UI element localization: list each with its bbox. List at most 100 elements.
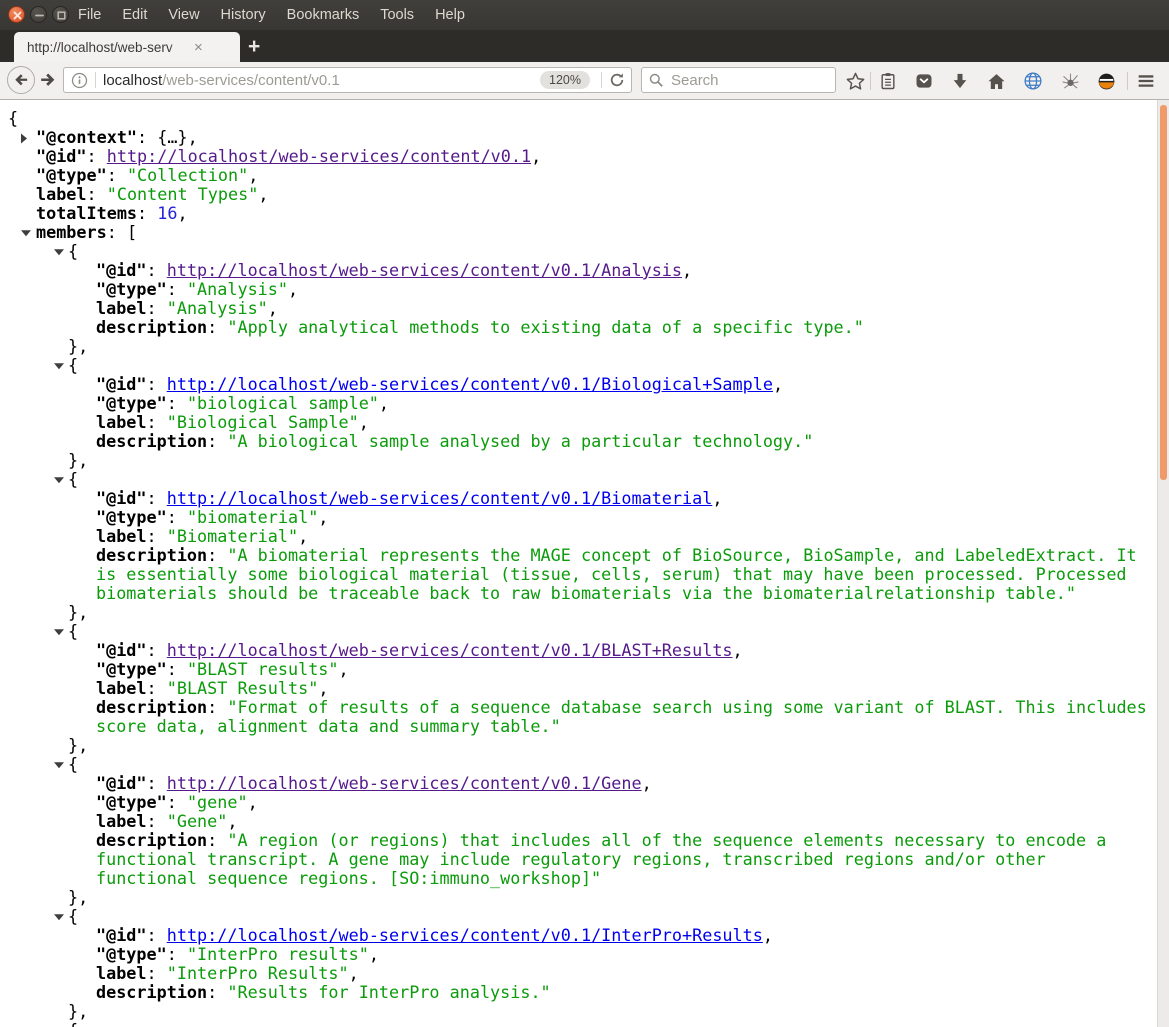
json-line: { <box>0 242 1157 261</box>
reading-list-button[interactable] <box>876 69 900 93</box>
collapse-toggle-icon[interactable] <box>54 248 64 255</box>
json-brace: }, <box>68 450 89 470</box>
scrollbar[interactable] <box>1157 100 1169 1027</box>
json-comma: , <box>348 963 359 983</box>
json-line: description: "A biological sample analys… <box>0 432 1157 451</box>
forward-icon <box>41 73 55 86</box>
menu-item-edit[interactable]: Edit <box>122 7 147 23</box>
json-key: "@type" <box>96 659 167 679</box>
downloads-button[interactable] <box>948 69 972 93</box>
json-string-value: "Collection" <box>126 165 249 185</box>
json-line: }, <box>0 1002 1157 1021</box>
json-key: "@type" <box>96 507 167 527</box>
json-comma: , <box>247 792 258 812</box>
tab-active[interactable]: http://localhost/web-serv × <box>14 32 240 62</box>
json-line: label: "Content Types", <box>0 185 1157 204</box>
json-comma: , <box>712 488 723 508</box>
search-input[interactable] <box>669 70 829 90</box>
forward-button[interactable] <box>38 70 58 90</box>
collapse-toggle-icon[interactable] <box>21 229 31 236</box>
json-link[interactable]: http://localhost/web-services/content/v0… <box>167 773 642 793</box>
json-colon: : <box>166 944 187 964</box>
json-comma: , <box>368 944 379 964</box>
json-line: { <box>0 1021 1157 1027</box>
json-colon: : <box>146 298 167 318</box>
json-line: members: [ <box>0 223 1157 242</box>
json-colon: : <box>106 222 127 242</box>
close-button[interactable] <box>8 6 25 23</box>
info-icon[interactable] <box>71 72 88 89</box>
reload-icon[interactable] <box>609 72 625 88</box>
json-string-value: "gene" <box>186 792 248 812</box>
json-line: "@id": http://localhost/web-services/con… <box>0 641 1157 660</box>
collapse-toggle-icon[interactable] <box>54 362 64 369</box>
json-colon: : <box>146 260 167 280</box>
ball-addon-button[interactable] <box>1094 69 1118 93</box>
minimize-button[interactable] <box>30 6 47 23</box>
json-line: { <box>0 470 1157 489</box>
json-brace: }, <box>68 1001 89 1021</box>
menu-item-view[interactable]: View <box>168 7 199 23</box>
menu-button[interactable] <box>1134 69 1158 93</box>
url-bar[interactable]: localhost/web-services/content/v0.1 120% <box>63 67 632 93</box>
json-colon: : <box>166 279 187 299</box>
json-line: "@id": http://localhost/web-services/con… <box>0 375 1157 394</box>
collapse-toggle-icon[interactable] <box>54 628 64 635</box>
collapse-toggle-icon[interactable] <box>54 913 64 920</box>
json-comma: , <box>267 298 278 318</box>
pocket-button[interactable] <box>912 69 936 93</box>
new-tab-button[interactable]: + <box>248 34 260 60</box>
json-link[interactable]: http://localhost/web-services/content/v0… <box>107 146 531 166</box>
json-colon: : <box>166 507 187 527</box>
collapse-toggle-icon[interactable] <box>54 476 64 483</box>
menu-item-file[interactable]: File <box>78 7 101 23</box>
json-line: "@type": "biological sample", <box>0 394 1157 413</box>
json-link[interactable]: http://localhost/web-services/content/v0… <box>167 374 773 394</box>
json-link[interactable]: http://localhost/web-services/content/v0… <box>167 925 763 945</box>
json-colon: : <box>106 165 127 185</box>
scrollbar-thumb[interactable] <box>1160 105 1167 480</box>
collapse-toggle-icon[interactable] <box>54 761 64 768</box>
json-comma: , <box>358 412 369 432</box>
json-brace: { <box>68 241 79 261</box>
json-key: label <box>96 412 147 432</box>
json-string-value: "Format of results of a sequence databas… <box>96 697 1147 736</box>
search-box[interactable] <box>641 67 836 93</box>
clipboard-icon <box>881 73 895 90</box>
json-line: }, <box>0 337 1157 356</box>
menu-item-history[interactable]: History <box>221 7 266 23</box>
json-key: "@type" <box>96 792 167 812</box>
json-string-value: "Apply analytical methods to existing da… <box>227 317 864 337</box>
tab-close-icon[interactable]: × <box>194 40 203 55</box>
json-link[interactable]: http://localhost/web-services/content/v0… <box>167 640 733 660</box>
menu-item-help[interactable]: Help <box>435 7 465 23</box>
tab-bar: http://localhost/web-serv × + <box>0 30 1169 62</box>
menu-item-tools[interactable]: Tools <box>380 7 414 23</box>
json-brace: }, <box>68 887 89 907</box>
back-button[interactable] <box>7 66 35 94</box>
json-colon: : <box>207 431 228 451</box>
menu-item-bookmarks[interactable]: Bookmarks <box>287 7 360 23</box>
json-key: "@type" <box>96 279 167 299</box>
json-colon: : <box>166 792 187 812</box>
json-colon: : <box>146 412 167 432</box>
json-line: "@id": http://localhost/web-services/con… <box>0 147 1157 166</box>
json-comma: , <box>318 678 329 698</box>
json-link[interactable]: http://localhost/web-services/content/v0… <box>167 488 713 508</box>
home-button[interactable] <box>984 69 1008 93</box>
json-string-value: "Biomaterial" <box>166 526 299 546</box>
tab-title: http://localhost/web-serv <box>27 39 190 55</box>
maximize-button[interactable] <box>52 6 69 23</box>
zoom-level-badge[interactable]: 120% <box>540 71 590 89</box>
json-string-value: "A biomaterial represents the MAGE conce… <box>96 545 1137 603</box>
spider-addon-button[interactable] <box>1058 69 1082 93</box>
globe-addon-button[interactable] <box>1021 69 1045 93</box>
collapse-toggle-icon[interactable] <box>21 133 27 143</box>
bookmark-star-button[interactable] <box>843 69 867 93</box>
json-key: members <box>36 222 107 242</box>
json-colon: : <box>166 659 187 679</box>
json-key: label <box>96 811 147 831</box>
json-link[interactable]: http://localhost/web-services/content/v0… <box>167 260 682 280</box>
json-collapsed-object[interactable]: {…} <box>157 127 187 147</box>
json-member-object: { "@id": http://localhost/web-services/c… <box>0 356 1157 470</box>
